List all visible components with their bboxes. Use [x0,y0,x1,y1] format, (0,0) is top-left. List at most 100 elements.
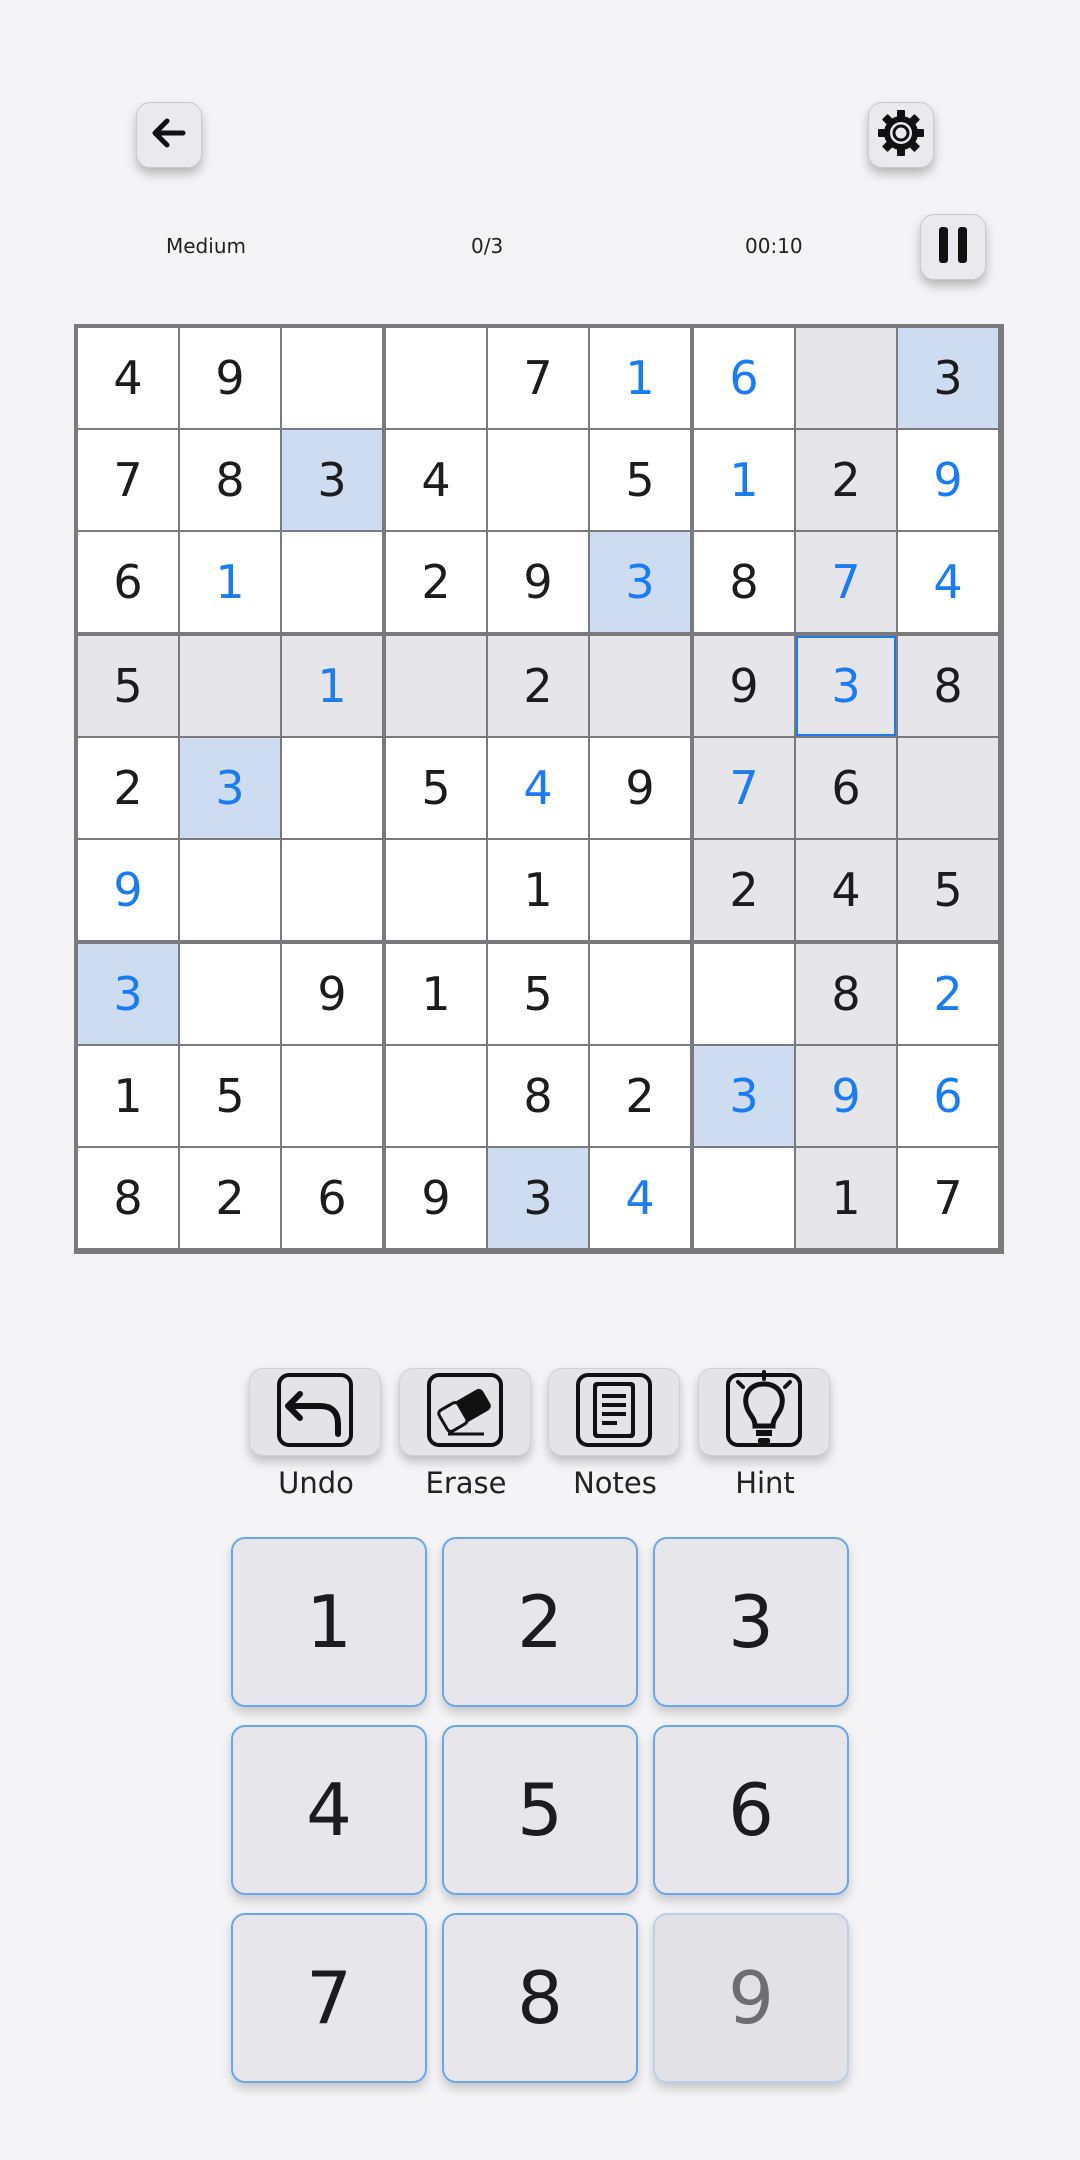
notes-tool[interactable]: Notes [548,1368,682,1500]
undo-tool[interactable]: Undo [249,1368,383,1500]
undo-button[interactable] [249,1368,381,1456]
sudoku-cell[interactable]: 1 [796,1148,896,1248]
sudoku-cell[interactable]: 8 [488,1046,588,1146]
sudoku-cell[interactable] [282,1046,382,1146]
sudoku-cell[interactable]: 3 [898,328,998,428]
sudoku-cell[interactable]: 5 [898,840,998,940]
sudoku-cell[interactable]: 9 [694,636,794,736]
sudoku-cell[interactable]: 3 [488,1148,588,1248]
erase-tool[interactable]: Erase [399,1368,533,1500]
sudoku-cell[interactable] [386,636,486,736]
sudoku-cell[interactable] [386,840,486,940]
sudoku-cell[interactable] [282,532,382,632]
hint-button[interactable] [698,1368,830,1456]
number-button-8[interactable]: 8 [442,1913,638,2083]
notes-button[interactable] [548,1368,680,1456]
sudoku-cell[interactable]: 5 [180,1046,280,1146]
sudoku-cell[interactable]: 8 [180,430,280,530]
sudoku-cell[interactable]: 6 [282,1148,382,1248]
sudoku-cell[interactable]: 3 [590,532,690,632]
sudoku-cell[interactable]: 9 [590,738,690,838]
sudoku-cell[interactable] [590,840,690,940]
number-button-3[interactable]: 3 [653,1537,849,1707]
sudoku-cell[interactable]: 7 [488,328,588,428]
sudoku-cell[interactable]: 7 [796,532,896,632]
sudoku-cell[interactable]: 9 [488,532,588,632]
sudoku-cell[interactable]: 5 [386,738,486,838]
sudoku-cell[interactable]: 3 [78,944,178,1044]
sudoku-cell[interactable]: 4 [488,738,588,838]
sudoku-cell[interactable] [386,1046,486,1146]
sudoku-cell[interactable] [282,840,382,940]
sudoku-cell[interactable]: 8 [694,532,794,632]
sudoku-cell[interactable]: 8 [796,944,896,1044]
settings-button[interactable] [868,102,934,168]
number-button-7[interactable]: 7 [231,1913,427,2083]
sudoku-cell[interactable]: 5 [488,944,588,1044]
sudoku-cell[interactable]: 4 [898,532,998,632]
sudoku-cell[interactable]: 4 [796,840,896,940]
sudoku-cell[interactable] [282,738,382,838]
number-button-5[interactable]: 5 [442,1725,638,1895]
sudoku-cell[interactable] [898,738,998,838]
sudoku-cell[interactable]: 4 [78,328,178,428]
sudoku-cell[interactable]: 2 [898,944,998,1044]
sudoku-cell[interactable]: 9 [78,840,178,940]
sudoku-cell[interactable] [282,328,382,428]
sudoku-cell[interactable]: 1 [488,840,588,940]
number-button-4[interactable]: 4 [231,1725,427,1895]
sudoku-cell[interactable]: 6 [898,1046,998,1146]
sudoku-cell[interactable]: 5 [78,636,178,736]
sudoku-cell[interactable]: 7 [898,1148,998,1248]
sudoku-cell[interactable]: 6 [78,532,178,632]
erase-button[interactable] [399,1368,531,1456]
sudoku-cell[interactable]: 9 [898,430,998,530]
pause-button[interactable] [920,214,986,280]
number-button-6[interactable]: 6 [653,1725,849,1895]
sudoku-cell[interactable]: 2 [796,430,896,530]
sudoku-cell[interactable] [796,328,896,428]
number-button-9[interactable]: 9 [653,1913,849,2083]
sudoku-cell[interactable]: 2 [488,636,588,736]
sudoku-cell[interactable]: 2 [386,532,486,632]
number-button-2[interactable]: 2 [442,1537,638,1707]
sudoku-cell[interactable]: 1 [590,328,690,428]
sudoku-cell[interactable]: 9 [180,328,280,428]
sudoku-cell[interactable] [180,840,280,940]
sudoku-cell[interactable]: 1 [78,1046,178,1146]
sudoku-cell[interactable]: 2 [180,1148,280,1248]
sudoku-cell[interactable]: 2 [78,738,178,838]
sudoku-cell[interactable]: 9 [796,1046,896,1146]
sudoku-cell[interactable]: 3 [282,430,382,530]
sudoku-cell[interactable] [488,430,588,530]
hint-tool[interactable]: Hint [698,1368,832,1500]
sudoku-cell[interactable]: 1 [282,636,382,736]
sudoku-cell[interactable] [180,944,280,1044]
sudoku-cell[interactable]: 6 [694,328,794,428]
sudoku-cell[interactable] [694,944,794,1044]
sudoku-cell[interactable]: 8 [78,1148,178,1248]
sudoku-cell[interactable]: 3 [694,1046,794,1146]
sudoku-cell[interactable]: 4 [590,1148,690,1248]
sudoku-cell[interactable]: 2 [694,840,794,940]
sudoku-cell[interactable]: 5 [590,430,690,530]
number-button-1[interactable]: 1 [231,1537,427,1707]
sudoku-cell[interactable]: 7 [694,738,794,838]
sudoku-cell[interactable] [694,1148,794,1248]
sudoku-cell[interactable] [386,328,486,428]
sudoku-cell[interactable]: 1 [180,532,280,632]
sudoku-cell[interactable]: 9 [282,944,382,1044]
sudoku-cell[interactable] [180,636,280,736]
sudoku-cell[interactable]: 9 [386,1148,486,1248]
sudoku-cell[interactable] [590,636,690,736]
sudoku-cell[interactable] [590,944,690,1044]
sudoku-cell[interactable]: 3 [796,636,896,736]
sudoku-cell[interactable]: 2 [590,1046,690,1146]
sudoku-cell[interactable]: 1 [694,430,794,530]
back-button[interactable] [136,102,202,168]
sudoku-cell[interactable]: 7 [78,430,178,530]
sudoku-cell[interactable]: 3 [180,738,280,838]
sudoku-cell[interactable]: 1 [386,944,486,1044]
sudoku-cell[interactable]: 6 [796,738,896,838]
sudoku-cell[interactable]: 8 [898,636,998,736]
